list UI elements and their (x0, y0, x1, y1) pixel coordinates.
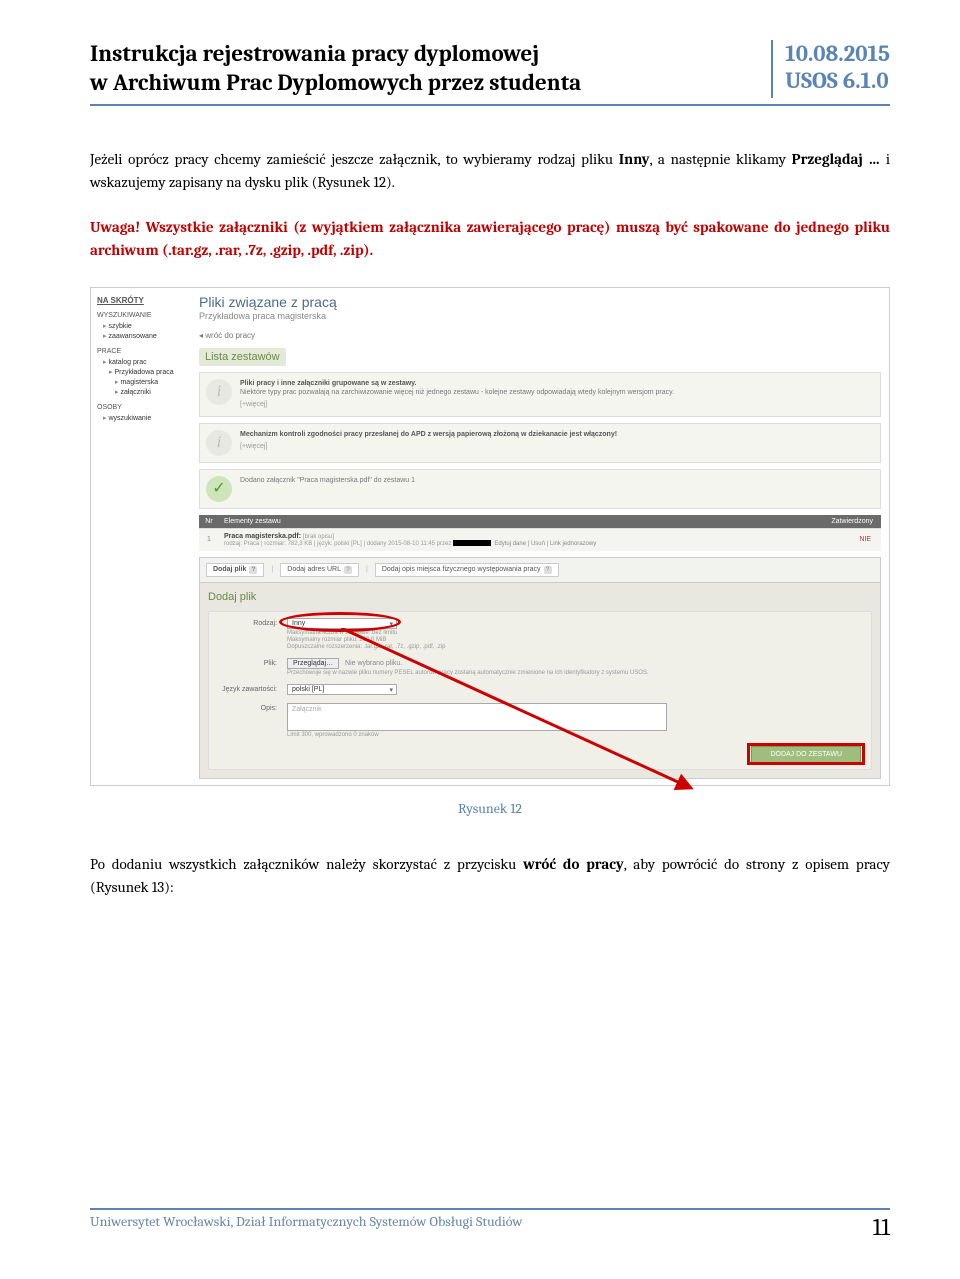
sidebar-item-catalog[interactable]: katalog prac (97, 357, 185, 367)
row-approved: NIE (821, 528, 881, 551)
back-link[interactable]: wróć do pracy (199, 329, 881, 342)
main-heading: Pliki związane z pracą (199, 294, 881, 310)
paragraph-1: Jeżeli oprócz pracy chcemy zamieścić jes… (90, 148, 890, 195)
table-row: 1 Praca magisterska.pdf: [brak opisu] ro… (199, 528, 881, 551)
tab-add-location[interactable]: Dodaj opis miejsca fizycznego występowan… (375, 563, 559, 577)
sidebar: NA SKRÓTY WYSZUKIWANIE szybkie zaawansow… (91, 288, 191, 785)
header-title-line2: w Archiwum Prac Dyplomowych przez studen… (90, 69, 581, 98)
header-title-line1: Instrukcja rejestrowania pracy dyplomowe… (90, 40, 581, 69)
sidebar-item-attachments[interactable]: załączniki (97, 387, 185, 397)
attachments-table: Nr Elementy zestawu Zatwierdzony 1 Praca… (199, 515, 881, 551)
field-description: Opis: Załącznik Limit 300, wprowadzono 0… (215, 703, 865, 738)
info-icon: i (206, 430, 232, 456)
header-date: 10.08.2015 (785, 40, 890, 67)
col-elements: Elementy zestawu (219, 515, 821, 529)
help-icon[interactable]: ? (249, 566, 257, 574)
field-type: Rodzaj: Inny Maksymalna liczba w zestawi… (215, 618, 865, 650)
sidebar-search-section: WYSZUKIWANIE (97, 312, 185, 319)
field-file: Plik: Przeglądaj… Nie wybrano pliku. Prz… (215, 658, 865, 676)
field-language: Język zawartości: polski [PL] (215, 684, 865, 695)
page-header: Instrukcja rejestrowania pracy dyplomowe… (90, 40, 890, 106)
row-nr: 1 (199, 528, 219, 551)
check-icon: ✓ (206, 476, 232, 502)
highlight-ellipse (279, 612, 401, 632)
sidebar-people-section: OSOBY (97, 404, 185, 411)
col-nr: Nr (199, 515, 219, 529)
edit-link[interactable]: Edytuj dane | Usuń | Link jednorazowy (494, 541, 596, 547)
info-box-2: i Mechanizm kontroli zgodności pracy prz… (199, 423, 881, 463)
info-icon: i (206, 379, 232, 405)
page-number: 11 (873, 1213, 890, 1241)
row-content: Praca magisterska.pdf: [brak opisu] rodz… (219, 528, 821, 551)
sidebar-item-example1[interactable]: Przykładowa praca (97, 367, 185, 377)
info-more-link[interactable]: [+więcej] (240, 400, 674, 409)
tab-add-url[interactable]: Dodaj adres URL? (280, 563, 359, 577)
footer-text: Uniwersytet Wrocławski, Dział Informatyc… (90, 1213, 523, 1230)
list-heading: Lista zestawów (199, 348, 286, 366)
sidebar-item-advanced[interactable]: zaawansowane (97, 331, 185, 341)
language-select[interactable]: polski [PL] (287, 684, 397, 695)
figure-caption: Rysunek 12 (90, 800, 890, 817)
help-icon[interactable]: ? (544, 566, 552, 574)
sidebar-item-quick[interactable]: szybkie (97, 321, 185, 331)
file-status: Nie wybrano pliku. (345, 660, 402, 667)
sidebar-works-section: PRACE (97, 348, 185, 355)
description-textarea[interactable]: Załącznik (287, 703, 667, 731)
sidebar-item-example2: magisterska (97, 377, 185, 387)
paragraph-2: Po dodaniu wszystkich załączników należy… (90, 853, 890, 900)
sidebar-shortcuts: NA SKRÓTY (97, 296, 185, 305)
tabs-row: Dodaj plik? | Dodaj adres URL? | Dodaj o… (199, 557, 881, 582)
header-version: USOS 6.1.0 (785, 67, 890, 94)
screenshot-figure: NA SKRÓTY WYSZUKIWANIE szybkie zaawansow… (90, 287, 890, 786)
redacted-name (453, 540, 491, 546)
help-icon[interactable]: ? (344, 566, 352, 574)
main-subtitle: Przykładowa praca magisterska (199, 311, 881, 321)
panel-heading: Dodaj plik (208, 591, 872, 603)
main-panel: Pliki związane z pracą Przykładowa praca… (191, 288, 889, 785)
info-box-1: i Pliki pracy i inne załączniki grupowan… (199, 372, 881, 417)
header-title: Instrukcja rejestrowania pracy dyplomowe… (90, 40, 581, 98)
sidebar-item-people-search[interactable]: wyszukiwanie (97, 413, 185, 423)
info-more-link[interactable]: [+więcej] (240, 442, 617, 451)
browse-button[interactable]: Przeglądaj… (287, 658, 339, 669)
col-approved: Zatwierdzony (821, 515, 881, 529)
add-file-panel: Dodaj plik Rodzaj: Inny Maksymalna liczb… (199, 582, 881, 779)
header-meta: 10.08.2015 USOS 6.1.0 (771, 40, 890, 98)
page-footer: Uniwersytet Wrocławski, Dział Informatyc… (90, 1208, 890, 1241)
warning-text: Uwaga! Wszystkie załączniki (z wyjątkiem… (90, 216, 890, 263)
success-box: ✓ Dodano załącznik "Praca magisterska.pd… (199, 469, 881, 509)
highlight-rect (747, 743, 865, 765)
tab-add-file[interactable]: Dodaj plik? (206, 563, 264, 577)
